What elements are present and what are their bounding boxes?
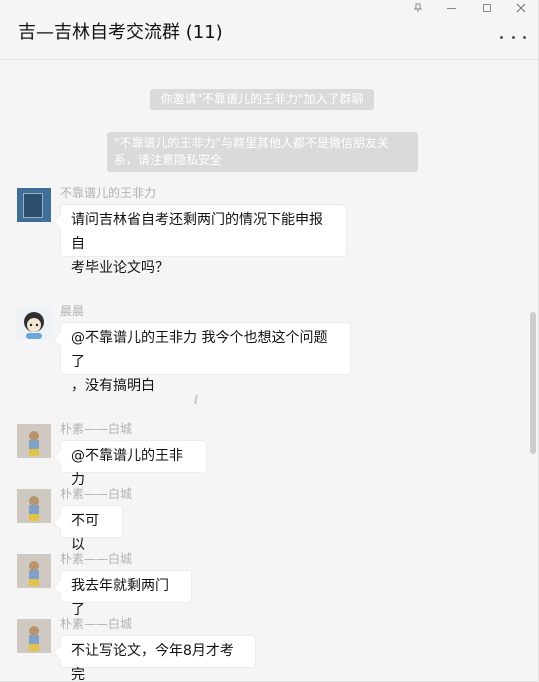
sender-name: 朴素——白城 [60, 422, 133, 436]
message-text-line: 不让写论文，今年8月才考完 [71, 643, 234, 682]
message-text-line: 请问吉林省自考还剩两门的情况下能申报自 [71, 212, 323, 252]
child-photo-graphic [17, 619, 51, 653]
pin-icon[interactable] [404, 0, 432, 16]
sender-name: 不靠谱儿的王非力 [60, 186, 157, 200]
message-text-line: 考毕业论文吗？ [71, 260, 169, 276]
minimize-icon[interactable] [437, 0, 465, 16]
message-bubble[interactable]: @不靠谱儿的王非力 [60, 440, 207, 488]
system-notice-privacy: "不靠谱儿的王非力"与群里其他人都不是微信朋友关系，请注意隐私安全 [107, 132, 418, 172]
child-photo-graphic [17, 554, 51, 588]
child-photo-avatar[interactable] [17, 424, 51, 458]
maximize-box [483, 4, 491, 12]
message-bubble[interactable]: 不可以 [60, 505, 123, 553]
child-photo-avatar[interactable] [17, 489, 51, 523]
sender-name: 朴素——白城 [60, 487, 133, 501]
minimize-bar [446, 7, 456, 9]
sender-name: 朴素——白城 [60, 617, 133, 631]
scroll-artifact [194, 394, 198, 405]
message-text-line: ，没有搞明白 [71, 378, 155, 394]
message-bubble[interactable]: 我去年就剩两门了 [60, 570, 192, 618]
system-notice-invite: 你邀请"不靠谱儿的王非力"加入了群聊 [150, 89, 374, 110]
message-text-line: @不靠谱儿的王非力 我今个也想这个问题了 [71, 330, 328, 370]
sender-name: 朴素——白城 [60, 552, 133, 566]
message-bubble[interactable]: 请问吉林省自考还剩两门的情况下能申报自 考毕业论文吗？ [60, 204, 347, 276]
book-cover-avatar[interactable] [17, 188, 51, 222]
more-icon[interactable] [500, 30, 526, 44]
pin-icon-graphic [413, 3, 423, 12]
child-photo-graphic [17, 489, 51, 523]
maximize-icon[interactable] [473, 0, 501, 16]
more-dot [523, 35, 526, 39]
more-dot [500, 35, 503, 39]
title-bar: 吉—吉林自考交流群 (11) [0, 0, 538, 60]
message-bubble[interactable]: 不让写论文，今年8月才考完 [60, 635, 256, 682]
sender-name: 晨晨 [60, 304, 85, 318]
chat-window: 吉—吉林自考交流群 (11) 你邀请"不靠谱儿的王非力"加入了群聊 "不靠谱儿的… [0, 0, 539, 682]
message-bubble[interactable]: @不靠谱儿的王非力 我今个也想这个问题了 ，没有搞明白 [60, 322, 351, 394]
close-icon-graphic [516, 3, 526, 13]
chat-title: 吉—吉林自考交流群 (11) [18, 22, 223, 43]
vertical-scrollbar[interactable] [530, 312, 536, 454]
cartoon-face-graphic [24, 312, 44, 339]
close-icon[interactable] [507, 0, 535, 16]
child-photo-avatar[interactable] [17, 554, 51, 588]
cartoon-avatar[interactable] [17, 306, 51, 340]
child-photo-graphic [17, 424, 51, 458]
child-photo-avatar[interactable] [17, 619, 51, 653]
more-dot [511, 35, 515, 39]
book-cover-graphic [23, 193, 43, 218]
